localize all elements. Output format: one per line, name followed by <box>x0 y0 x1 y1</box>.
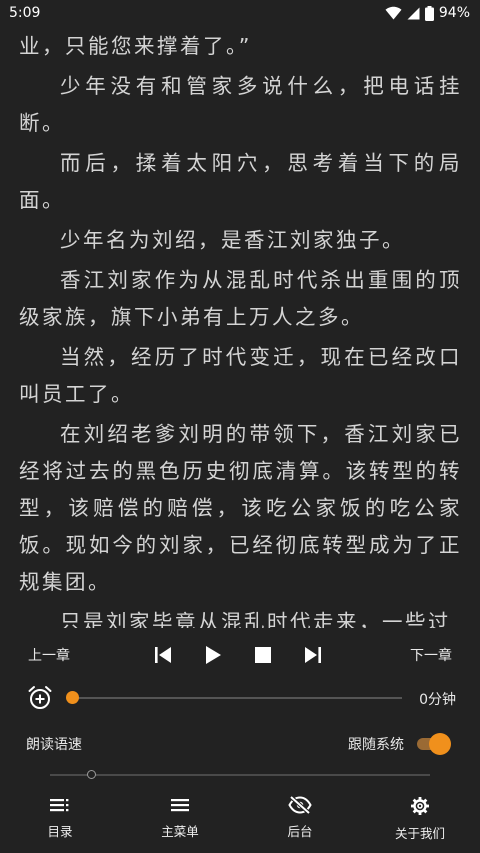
alarm-add-icon[interactable] <box>27 685 53 715</box>
nav-about-us[interactable]: 关于我们 <box>360 790 480 846</box>
status-bar: 5:09 94% <box>0 0 480 26</box>
skip-next-button[interactable] <box>300 642 326 668</box>
play-button[interactable] <box>200 642 226 668</box>
reader-paragraph: 业，只能您来撑着了。” <box>19 34 252 58</box>
reader-paragraph: 只是刘家毕竟从混乱时代走来，一些过 <box>60 610 451 628</box>
sleep-timer-thumb[interactable] <box>66 691 79 704</box>
follow-system-toggle[interactable] <box>417 733 451 755</box>
speech-speed-row: 朗读语速 跟随系统 <box>0 730 480 758</box>
menu-icon <box>171 799 189 812</box>
toggle-knob <box>429 733 451 755</box>
eye-off-icon <box>288 796 312 814</box>
battery-icon <box>424 5 434 21</box>
speech-speed-label: 朗读语速 <box>26 737 82 753</box>
next-chapter-button[interactable]: 下一章 <box>410 645 452 665</box>
speech-speed-slider[interactable] <box>50 770 430 780</box>
follow-system-label: 跟随系统 <box>348 737 404 753</box>
speech-speed-track <box>50 774 430 776</box>
bottom-nav: 目录 主菜单 后台 关于我们 <box>0 790 480 846</box>
wifi-icon <box>385 6 402 20</box>
nav-main-menu-label: 主菜单 <box>161 824 199 839</box>
stop-button[interactable] <box>250 642 276 668</box>
skip-previous-icon <box>155 647 171 663</box>
stop-icon <box>255 647 271 663</box>
reader-content[interactable]: 业，只能您来撑着了。” 少年没有和管家多说什么，把电话挂断。 而后，揉着太阳穴，思考… <box>0 28 480 628</box>
battery-percent: 94% <box>438 5 470 21</box>
nav-background[interactable]: 后台 <box>240 790 360 846</box>
chapter-controls: 上一章 下一章 <box>0 630 480 678</box>
reader-paragraph: 当然，经历了时代变迁，现在已经改口叫员工了。 <box>19 345 462 406</box>
cell-signal-icon <box>407 7 420 19</box>
status-icons: 94% <box>385 5 470 21</box>
speech-speed-thumb[interactable] <box>87 770 97 779</box>
gear-icon <box>411 797 429 815</box>
skip-previous-button[interactable] <box>150 642 176 668</box>
skip-next-icon <box>305 647 321 663</box>
nav-catalog[interactable]: 目录 <box>0 790 120 846</box>
reader-paragraph: 少年名为刘绍，是香江刘家独子。 <box>60 228 405 252</box>
reader-paragraph: 而后，揉着太阳穴，思考着当下的局面。 <box>19 151 462 212</box>
nav-catalog-label: 目录 <box>47 824 73 839</box>
nav-about-us-label: 关于我们 <box>394 826 445 841</box>
reader-paragraph: 在刘绍老爹刘明的带领下，香江刘家已经将过去的黑色历史彻底清算。该转型的转型，该赔… <box>19 422 462 594</box>
nav-main-menu[interactable]: 主菜单 <box>120 790 240 846</box>
sleep-timer-value: 0分钟 <box>419 692 456 708</box>
catalog-icon <box>50 799 69 812</box>
play-icon <box>206 646 221 664</box>
nav-background-label: 后台 <box>287 824 313 839</box>
sleep-timer-row: 0分钟 <box>0 682 480 714</box>
reader-paragraph: 少年没有和管家多说什么，把电话挂断。 <box>19 74 462 135</box>
reader-paragraph: 香江刘家作为从混乱时代杀出重围的顶级家族，旗下小弟有上万人之多。 <box>19 268 462 329</box>
status-time: 5:09 <box>9 5 41 21</box>
prev-chapter-button[interactable]: 上一章 <box>28 645 70 665</box>
media-controls <box>150 642 326 668</box>
read-aloud-panel: 上一章 下一章 0分钟 朗读语速 跟随系统 目录 主菜单 后台 关于我们 <box>0 630 480 853</box>
sleep-timer-slider[interactable] <box>72 697 402 699</box>
